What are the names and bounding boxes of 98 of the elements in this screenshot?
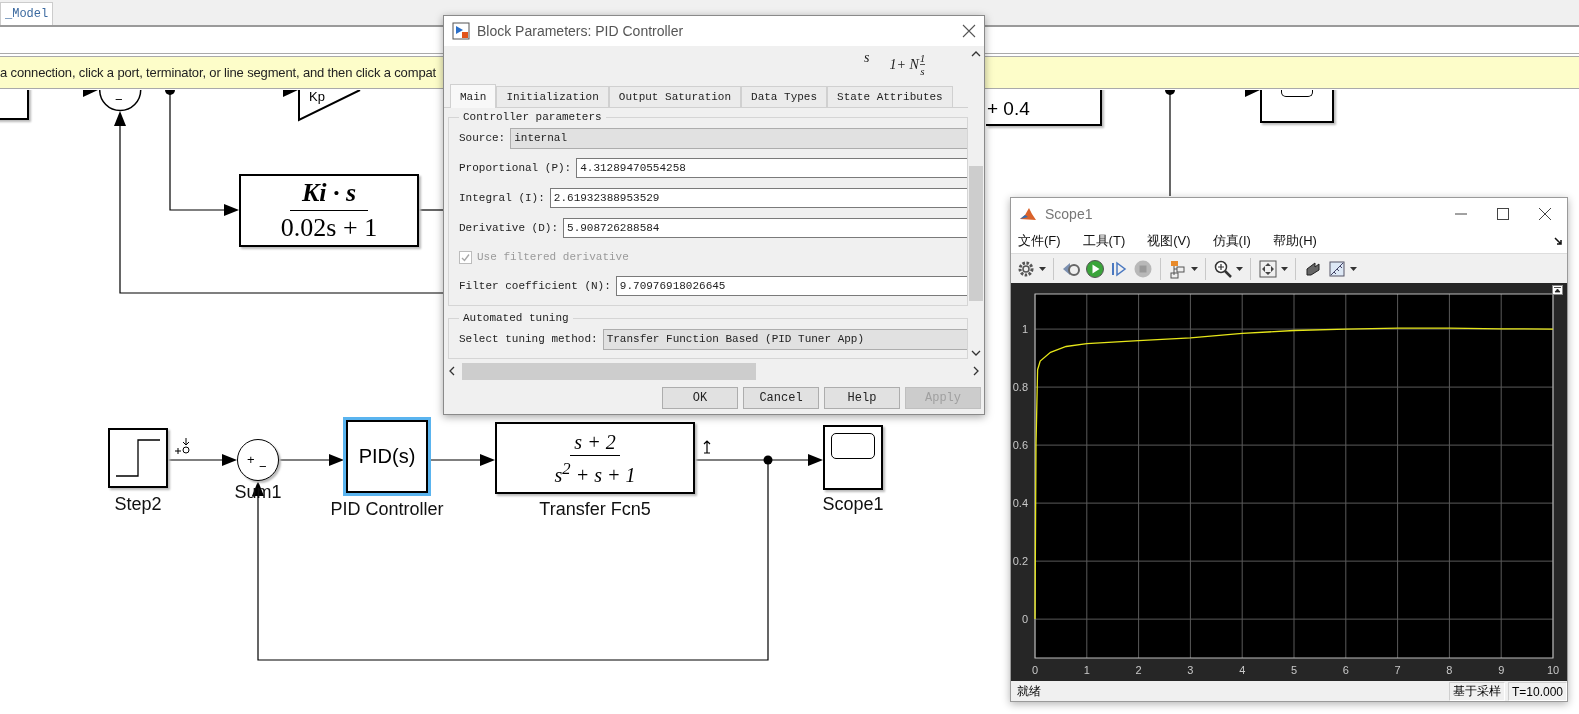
menu-item[interactable]: 仿真(I): [1212, 232, 1251, 250]
tick-label: 0: [1031, 664, 1039, 676]
block-label: Scope1: [821, 494, 885, 515]
step-block[interactable]: [108, 428, 168, 488]
port-marker-icon: [703, 440, 711, 454]
tab[interactable]: State Attributes: [827, 86, 953, 107]
restore-icon[interactable]: [1552, 285, 1563, 295]
tick-label: 8: [1446, 664, 1453, 676]
tick-label: 0: [1021, 613, 1028, 626]
tab[interactable]: Data Types: [741, 86, 828, 107]
sum-block[interactable]: [99, 90, 142, 112]
zoom-icon[interactable]: [1213, 258, 1243, 279]
denominator: 0.02s + 1: [280, 212, 378, 244]
sum-sign: −: [115, 93, 123, 106]
tick-label: 1: [1083, 664, 1090, 676]
transfer-fcn-block[interactable]: s + 2 s$^{2}$ + s + 1: [495, 422, 695, 494]
caret-up-icon[interactable]: [971, 50, 981, 57]
scope-block[interactable]: [1260, 90, 1334, 123]
tick-label: 2: [1135, 664, 1142, 676]
ruler-icon[interactable]: [1327, 258, 1357, 279]
group-title: Automated tuning: [462, 312, 570, 324]
pid-block[interactable]: PID(s): [343, 417, 431, 496]
input-field[interactable]: 5.908726288584: [563, 218, 967, 238]
signal-line: [167, 454, 237, 466]
caret-down-icon[interactable]: [971, 350, 981, 357]
status-text: 就绪: [1017, 683, 1042, 700]
field-label: Source:: [459, 132, 506, 144]
window-title: Scope1: [1045, 205, 1094, 222]
input-field[interactable]: 2.61932388953529: [549, 188, 967, 208]
sum-sign: +: [247, 453, 255, 466]
dialog-button[interactable]: Cancel: [743, 386, 819, 409]
caret-left-icon[interactable]: [448, 366, 456, 376]
tick-label: 1: [1021, 323, 1028, 336]
maximize-icon[interactable]: [1497, 207, 1509, 220]
block-label: Transfer Fcn5: [538, 499, 652, 520]
tick-label: 3: [1187, 664, 1194, 676]
tick-label: 0.8: [1012, 381, 1028, 394]
block-label: Step2: [113, 494, 163, 515]
input-field[interactable]: 9.70976918026645: [615, 276, 967, 296]
tick-label: 10: [1546, 664, 1560, 676]
status-mode: 基于采样: [1448, 682, 1505, 701]
dropdown[interactable]: Transfer Function Based (PID Tuner App): [602, 328, 967, 350]
tick-label: 0.2: [1012, 555, 1028, 568]
hierarchy-icon[interactable]: [1168, 258, 1198, 279]
group-title: Controller parameters: [462, 111, 603, 123]
fit-view-icon[interactable]: [1258, 258, 1288, 279]
tick-label: 4: [1239, 664, 1246, 676]
hint-text: a connection, click a port, terminator, or line segment, and then click a compat: [0, 65, 436, 80]
model-tab[interactable]: _Model: [0, 2, 54, 25]
status-time: T=10.000: [1507, 682, 1567, 701]
port-marker-icon: [174, 437, 190, 455]
field-label: Select tuning method:: [459, 333, 598, 345]
tick-label: 5: [1290, 664, 1298, 676]
transfer-fcn-block[interactable]: Ki · s 0.02s + 1: [239, 174, 419, 247]
gain-text: Kp: [309, 90, 325, 103]
field-label: Proportional (P):: [459, 162, 572, 174]
scrollbar[interactable]: [968, 46, 984, 361]
tick-label: 0.4: [1012, 497, 1028, 510]
block-icon: [452, 22, 470, 40]
expression-block[interactable]: + 0.4: [986, 90, 1102, 126]
numerator: 1: [919, 52, 926, 65]
menu-item[interactable]: 工具(T): [1082, 232, 1126, 250]
caret-right-icon[interactable]: [972, 366, 980, 376]
input-field[interactable]: 4.31289470554258: [576, 158, 967, 178]
block[interactable]: [0, 90, 29, 120]
close-icon[interactable]: [1539, 207, 1551, 220]
field-label: Filter coefficient (N):: [459, 280, 611, 292]
window-title: Block Parameters: PID Controller: [477, 23, 685, 39]
tick-label: 7: [1394, 664, 1401, 676]
menu-item[interactable]: 视图(V): [1147, 232, 1191, 250]
tab[interactable]: Main: [450, 84, 497, 108]
field-label: Derivative (D):: [459, 222, 559, 234]
tick-label: 9: [1498, 664, 1505, 676]
tick-label: 0.6: [1012, 439, 1028, 452]
checkbox-label: Use filtered derivative: [477, 251, 629, 263]
dialog-button[interactable]: Help: [824, 386, 900, 409]
denominator: s$^{2}$ + s + 1: [554, 457, 636, 488]
scope-block[interactable]: [823, 425, 883, 490]
tick-label: 6: [1342, 664, 1349, 676]
numerator: s + 2: [570, 428, 620, 456]
gain-block[interactable]: [298, 90, 362, 122]
sum-sign: −: [259, 460, 267, 473]
dialog-button[interactable]: OK: [662, 386, 738, 409]
tab[interactable]: Output Saturation: [608, 86, 742, 107]
formula-text: s: [864, 49, 870, 66]
formula-text: 1+ N: [889, 56, 919, 73]
menu-item[interactable]: 帮助(H): [1272, 232, 1317, 250]
field-label: Integral (I):: [459, 192, 545, 204]
close-icon[interactable]: [962, 24, 976, 38]
menu-item[interactable]: 文件(F): [1018, 232, 1061, 250]
block-label: PID Controller: [329, 499, 445, 520]
arrow-icon[interactable]: [1554, 236, 1563, 246]
sum-block[interactable]: + −: [237, 439, 279, 481]
play-icon[interactable]: [1085, 258, 1105, 279]
denominator: s: [920, 65, 925, 77]
numerator: Ki · s: [289, 176, 369, 211]
tab[interactable]: Initialization: [496, 86, 609, 107]
dropdown[interactable]: internal: [510, 127, 967, 149]
